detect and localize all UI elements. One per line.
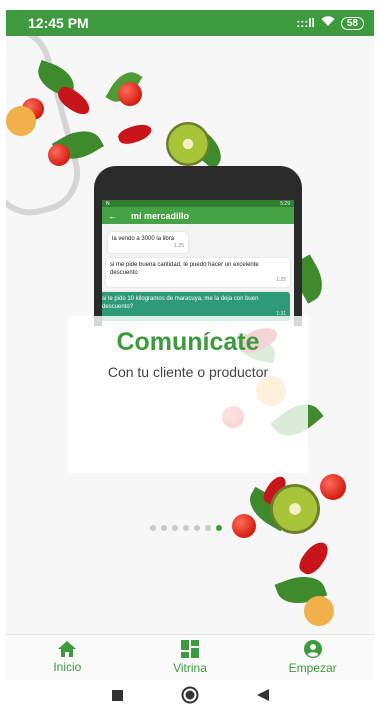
circle-icon[interactable] xyxy=(181,686,199,709)
chat-message-text: la vendo a 3000 la libra xyxy=(112,236,175,242)
slide-title: Comunícate xyxy=(116,328,260,356)
phone-screen: N 5:29 ← mi mercadillo la vendo a 3000 l… xyxy=(102,200,294,326)
page-dot[interactable] xyxy=(172,525,178,531)
orange-slice-decoration xyxy=(304,596,334,626)
chat-message-time: 1:25 xyxy=(276,277,286,283)
kiwi-decoration xyxy=(270,484,320,534)
phone-mockup: N 5:29 ← mi mercadillo la vendo a 3000 l… xyxy=(94,166,302,326)
phone-status-bar: N 5:29 xyxy=(102,200,294,207)
nav-item-vitrina[interactable]: Vitrina xyxy=(135,640,245,675)
chat-bubble-received: la vendo a 3000 la libra 1:25 xyxy=(108,232,188,253)
status-time: 12:45 PM xyxy=(28,15,89,31)
phone-app-title: mi mercadillo xyxy=(131,210,190,221)
nav-item-empezar[interactable]: Empezar xyxy=(258,640,368,675)
chat-message-text: si le pido 10 kilogramos de maracuya, me… xyxy=(102,296,259,310)
chat-message-text: si me pide buena cantidad, le puedo hace… xyxy=(110,262,259,276)
status-bar: 12:45 PM :::ll 58 xyxy=(6,10,374,36)
account-circle-icon xyxy=(303,640,322,658)
chat-message-time: 1:25 xyxy=(174,243,184,249)
home-icon xyxy=(58,641,77,657)
page-dot[interactable] xyxy=(150,525,156,531)
page-dot-active[interactable] xyxy=(216,525,222,531)
signal-icon: :::ll xyxy=(296,16,315,30)
status-icons: :::ll 58 xyxy=(296,16,364,30)
page-dot[interactable] xyxy=(205,525,211,531)
back-arrow-icon: ← xyxy=(108,210,117,221)
tomato-decoration xyxy=(118,82,142,106)
nav-item-inicio[interactable]: Inicio xyxy=(12,641,122,674)
wifi-icon xyxy=(321,16,335,30)
back-triangle-icon[interactable] xyxy=(256,688,269,706)
chat-bubble-received: si me pide buena cantidad, le puedo hace… xyxy=(106,258,290,287)
phone-app-bar: ← mi mercadillo xyxy=(102,207,294,224)
square-icon[interactable] xyxy=(111,688,123,706)
page-dot[interactable] xyxy=(194,525,200,531)
nav-item-label: Inicio xyxy=(53,660,82,674)
orange-slice-decoration xyxy=(6,106,36,136)
bottom-navigation: Inicio Vitrina Empezar xyxy=(6,634,374,680)
nav-item-label: Vitrina xyxy=(173,661,207,675)
pepper-decoration xyxy=(116,120,154,148)
tomato-decoration xyxy=(48,144,70,166)
tomato-decoration xyxy=(232,514,256,538)
page-indicator xyxy=(150,525,222,531)
slide-subtitle: Con tu cliente o productor xyxy=(107,364,269,380)
pepper-decoration xyxy=(295,537,333,579)
system-navigation-bar xyxy=(0,683,380,711)
phone-status-left: N xyxy=(106,200,110,207)
nav-item-label: Empezar xyxy=(288,661,337,675)
kiwi-decoration xyxy=(166,122,210,166)
page-dot[interactable] xyxy=(161,525,167,531)
page-dot[interactable] xyxy=(183,525,189,531)
tomato-decoration xyxy=(320,474,346,500)
phone-status-time: 5:29 xyxy=(280,200,290,207)
battery-icon: 58 xyxy=(340,16,364,30)
dashboard-icon xyxy=(180,640,199,658)
